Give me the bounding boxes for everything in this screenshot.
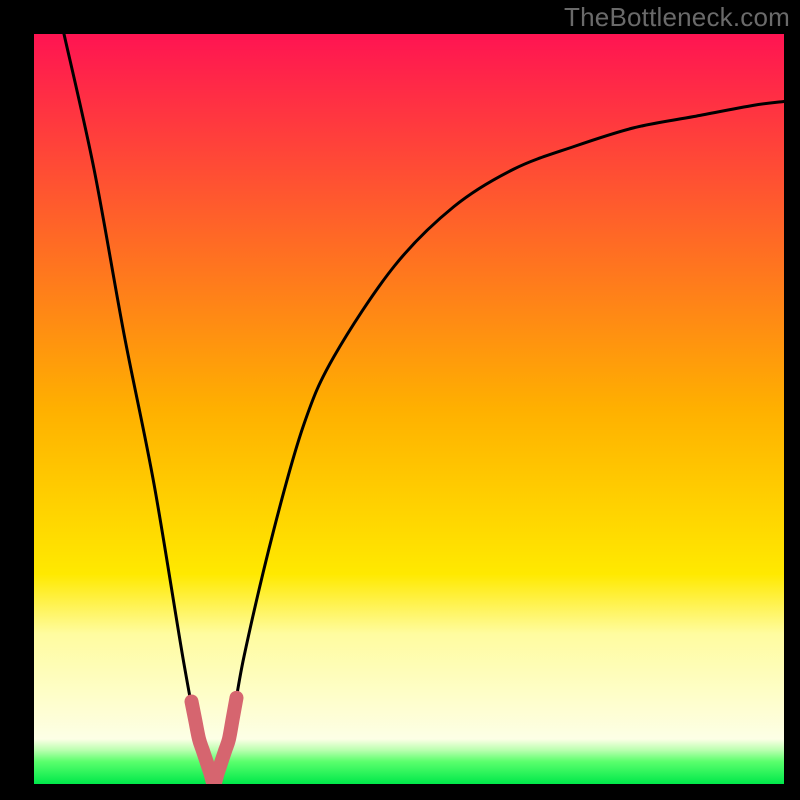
gradient-background [34, 34, 784, 784]
watermark-text: TheBottleneck.com [564, 2, 790, 33]
chart-frame: TheBottleneck.com [0, 0, 800, 800]
bottleneck-plot [34, 34, 784, 784]
